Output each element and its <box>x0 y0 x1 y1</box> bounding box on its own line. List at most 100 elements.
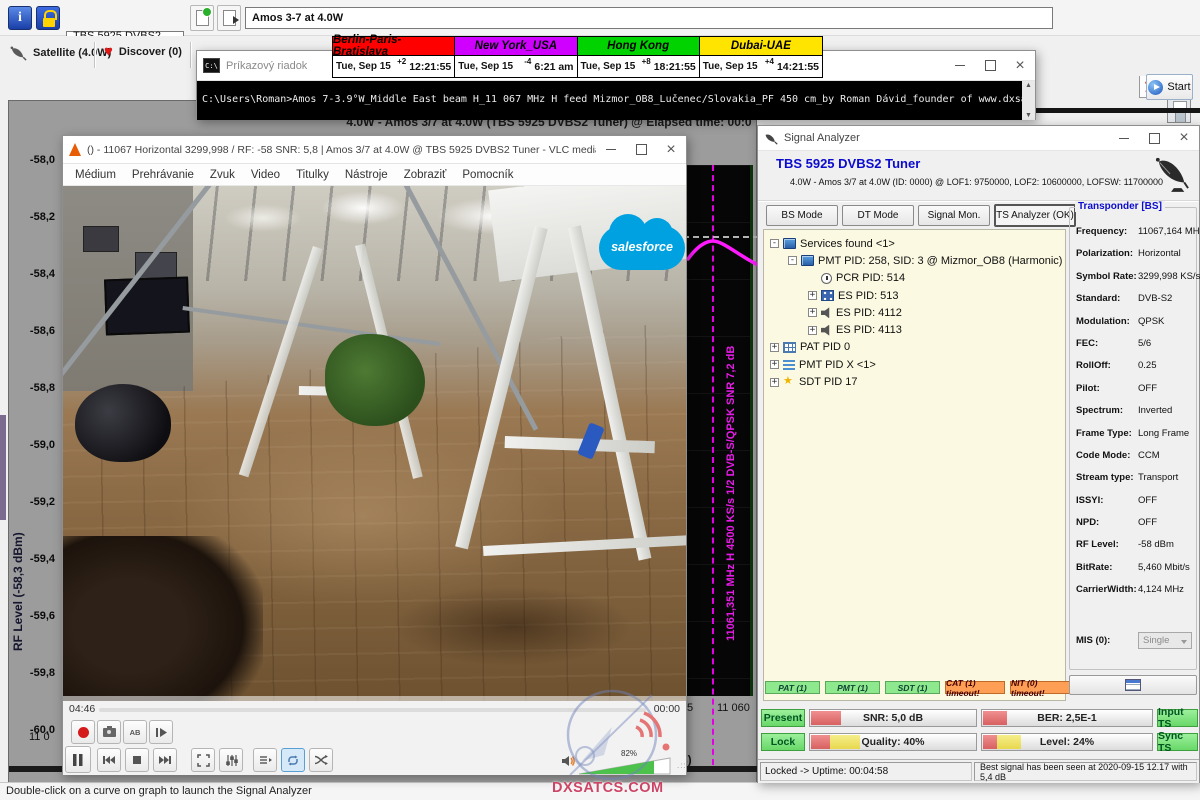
heart-icon: ♥ <box>104 44 113 59</box>
collapse-icon[interactable]: - <box>770 239 779 248</box>
loop-button[interactable] <box>281 748 305 772</box>
snapshot-button[interactable] <box>97 720 121 744</box>
mis-row: MIS (0): Single <box>1076 632 1192 649</box>
pause-button[interactable] <box>65 746 91 773</box>
expand-icon[interactable]: + <box>770 343 779 352</box>
menu-subtitles[interactable]: Titulky <box>288 169 337 181</box>
tree-item-pmt-service[interactable]: - PMT PID: 258, SID: 3 @ Mizmor_OB8 (Har… <box>764 252 1065 269</box>
feed-name-field[interactable]: Amos 3-7 at 4.0W <box>245 7 1053 29</box>
tab-dt-mode[interactable]: DT Mode <box>842 205 914 226</box>
clock-berlin: Berlin-Paris-Bratislava Tue, Sep 15 +2 1… <box>333 37 455 77</box>
tab-bs-mode[interactable]: BS Mode <box>766 205 838 226</box>
clock-city: Hong Kong <box>578 37 699 56</box>
analyzer-titlebar[interactable]: Signal Analyzer <box>758 126 1199 151</box>
scroll-up-icon[interactable]: ▲ <box>1025 82 1032 89</box>
clock-city: Dubai-UAE <box>700 37 822 56</box>
new-file-button[interactable] <box>190 5 214 31</box>
tree-item-pcr[interactable]: PCR PID: 514 <box>764 270 1065 287</box>
ts-info-button[interactable] <box>1069 675 1197 695</box>
next-icon <box>158 754 172 766</box>
menu-tools[interactable]: Nástroje <box>337 169 396 181</box>
collapse-icon[interactable]: - <box>788 256 797 265</box>
ab-loop-button[interactable]: AB <box>123 720 147 744</box>
star-icon <box>783 376 795 388</box>
expand-icon[interactable]: + <box>808 291 817 300</box>
start-button[interactable]: Start <box>1146 74 1193 100</box>
video-plant <box>325 334 425 426</box>
toolbar-separator <box>190 42 191 68</box>
record-button[interactable] <box>71 720 95 744</box>
y-tick: -58,4 <box>9 268 55 280</box>
fullscreen-button[interactable] <box>191 748 215 772</box>
y-tick: -58,2 <box>9 211 55 223</box>
previous-button[interactable] <box>97 748 121 772</box>
seek-slider[interactable] <box>99 708 646 712</box>
discover-button[interactable]: ♥ Discover (0) <box>104 44 182 59</box>
maximize-icon[interactable] <box>626 136 656 163</box>
speaker-icon <box>821 307 832 318</box>
mis-dropdown[interactable]: Single <box>1138 632 1192 649</box>
mis-label: MIS (0): <box>1076 635 1138 646</box>
clock-date: Tue, Sep 15 <box>458 61 513 72</box>
adjustments-button[interactable] <box>219 748 243 772</box>
clock-city: New York_USA <box>455 37 576 56</box>
discover-label: Discover (0) <box>119 46 182 58</box>
minimize-icon[interactable] <box>945 51 975 80</box>
scroll-down-icon[interactable]: ▼ <box>1025 112 1032 119</box>
tree-item-es-audio[interactable]: + ES PID: 4113 <box>764 321 1065 338</box>
spectrum-curve[interactable] <box>683 231 761 277</box>
lock-icon-button[interactable] <box>36 6 60 30</box>
cmd-title: Príkazový riadok <box>226 60 307 72</box>
close-icon[interactable] <box>1169 126 1199 150</box>
stop-button[interactable] <box>125 748 149 772</box>
tab-ts-analyzer[interactable]: TS Analyzer (OK) <box>994 204 1076 227</box>
expand-icon[interactable]: + <box>770 378 779 387</box>
expand-icon[interactable]: + <box>770 360 779 369</box>
resize-grip[interactable]: .:: <box>677 761 687 770</box>
webcam-video-frame[interactable]: salesforce <box>63 186 686 701</box>
cmd-console[interactable]: C:\Users\Roman>Amos 7-3.9°W_Middle East … <box>197 81 1035 120</box>
menu-video[interactable]: Video <box>243 169 288 181</box>
tree-item-pat[interactable]: + PAT PID 0 <box>764 339 1065 356</box>
shuffle-button[interactable] <box>309 748 333 772</box>
playlist-button[interactable] <box>253 748 277 772</box>
tree-item-sdt[interactable]: + SDT PID 17 <box>764 373 1065 390</box>
status-badge: CAT (1) timeout! <box>945 681 1005 694</box>
menu-help[interactable]: Pomocník <box>454 169 521 181</box>
maximize-icon[interactable] <box>1139 126 1169 150</box>
vlc-titlebar[interactable]: () - 11067 Horizontal 3299,998 / RF: -58… <box>63 136 686 164</box>
minimize-icon[interactable] <box>596 136 626 163</box>
tree-item-services[interactable]: - Services found <1> <box>764 235 1065 252</box>
next-button[interactable] <box>153 748 177 772</box>
minimize-icon[interactable] <box>1109 126 1139 150</box>
clock-offset: +4 <box>765 57 774 66</box>
export-button[interactable] <box>217 5 241 31</box>
menu-audio[interactable]: Zvuk <box>202 169 243 181</box>
groupbox-legend: Transponder [BS] <box>1075 201 1165 212</box>
ts-tree-panel: - Services found <1> - PMT PID: 258, SID… <box>763 229 1066 701</box>
frame-step-button[interactable] <box>149 720 173 744</box>
satellite-label: Satellite (4.0W) <box>33 47 111 59</box>
menu-view[interactable]: Zobraziť <box>396 169 455 181</box>
cmd-scrollbar[interactable]: ▲ ▼ <box>1022 81 1035 120</box>
info-icon-button[interactable] <box>8 6 32 30</box>
clock-time: 6:21 am <box>534 61 573 73</box>
start-label: Start <box>1167 81 1190 93</box>
menu-playback[interactable]: Prehrávanie <box>124 169 202 181</box>
tab-signal-mon[interactable]: Signal Mon. <box>918 205 990 226</box>
tree-item-es-video[interactable]: + ES PID: 513 <box>764 287 1065 304</box>
y-tick: -59,0 <box>9 439 55 451</box>
speaker-icon[interactable] <box>561 754 577 768</box>
close-icon[interactable] <box>1005 51 1035 80</box>
menu-medium[interactable]: Médium <box>67 169 124 181</box>
expand-icon[interactable]: + <box>808 326 817 335</box>
camera-icon <box>103 728 116 737</box>
expand-icon[interactable]: + <box>808 308 817 317</box>
tree-item-pmt-x[interactable]: + PMT PID X <1> <box>764 356 1065 373</box>
maximize-icon[interactable] <box>975 51 1005 80</box>
volume-slider[interactable] <box>579 757 671 775</box>
tree-item-es-audio[interactable]: + ES PID: 4112 <box>764 304 1065 321</box>
satellite-button[interactable]: Satellite (4.0W) <box>10 44 111 61</box>
clock-dubai: Dubai-UAE Tue, Sep 15 +4 14:21:55 <box>700 37 822 77</box>
close-icon[interactable] <box>656 136 686 163</box>
